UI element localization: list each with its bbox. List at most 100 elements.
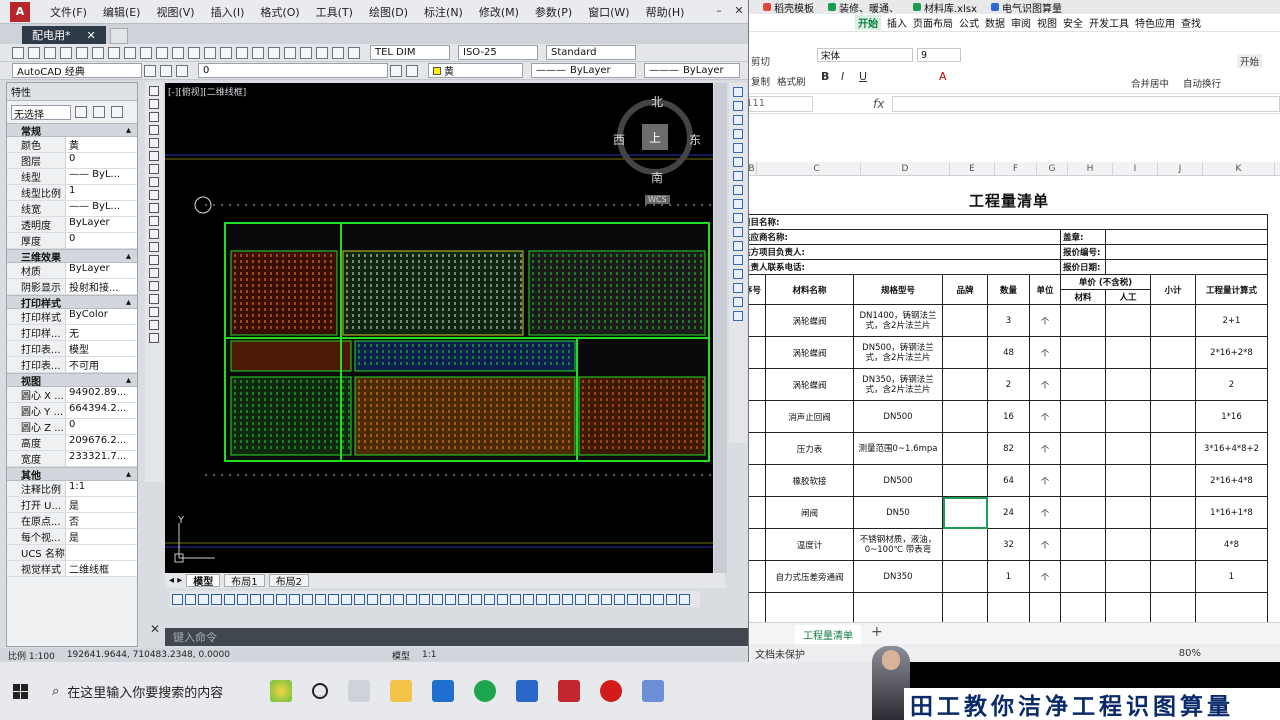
menu-insert[interactable]: 插入(I) bbox=[211, 4, 245, 20]
polyline-icon[interactable] bbox=[149, 112, 159, 122]
dim-tool-icon[interactable] bbox=[315, 593, 326, 605]
material-price-cell[interactable] bbox=[1060, 400, 1106, 433]
brand-cell[interactable] bbox=[942, 336, 988, 369]
qty-cell[interactable]: 82 bbox=[987, 432, 1030, 465]
menu-format[interactable]: 格式(O) bbox=[260, 4, 299, 20]
underline-icon[interactable]: U bbox=[859, 70, 867, 83]
property-value[interactable]: 209676.2... bbox=[65, 435, 137, 450]
stretch-icon[interactable] bbox=[733, 199, 743, 209]
dim-tool-icon[interactable] bbox=[471, 593, 482, 605]
calc-cell[interactable]: 2 bbox=[1195, 368, 1268, 401]
material-price-cell[interactable] bbox=[1060, 496, 1106, 529]
tab-developer[interactable]: 开发工具 bbox=[1089, 15, 1129, 30]
spec-cell[interactable]: DN350 bbox=[853, 560, 943, 593]
quote-no-value[interactable] bbox=[1105, 244, 1268, 260]
store-icon[interactable] bbox=[432, 680, 454, 702]
formula-input[interactable] bbox=[892, 95, 1280, 112]
markup-icon[interactable] bbox=[316, 46, 328, 59]
layer-previous-icon[interactable] bbox=[406, 64, 418, 77]
property-value[interactable]: ByLayer bbox=[65, 217, 137, 232]
subtotal-cell[interactable] bbox=[1150, 496, 1196, 529]
column-header[interactable]: I bbox=[1113, 162, 1158, 176]
add-selected-icon[interactable] bbox=[149, 333, 159, 343]
labor-price-cell[interactable] bbox=[1105, 560, 1151, 593]
labor-price-cell[interactable] bbox=[1105, 400, 1151, 433]
tab-view[interactable]: 视图 bbox=[1037, 15, 1057, 30]
property-group-header[interactable]: 视图 ▴ bbox=[7, 373, 137, 388]
header-unit[interactable]: 单位 bbox=[1029, 274, 1061, 305]
unit-cell[interactable]: 个 bbox=[1029, 304, 1061, 337]
scale-readout[interactable]: 比例 1:100 bbox=[8, 649, 55, 662]
autocad-icon[interactable] bbox=[558, 680, 580, 702]
bill-of-quantities[interactable]: 项目名称:供应商名称:盖章:供方项目负责人:报价编号:负责人联系电话:报价日期:… bbox=[749, 214, 1268, 622]
qty-cell[interactable]: 32 bbox=[987, 528, 1030, 561]
menu-draw[interactable]: 绘图(D) bbox=[369, 4, 408, 20]
insert-block-icon[interactable] bbox=[149, 229, 159, 239]
help-icon[interactable] bbox=[348, 46, 360, 59]
ellipse-arc-icon[interactable] bbox=[149, 216, 159, 226]
labor-price-cell[interactable] bbox=[1105, 464, 1151, 497]
start-button[interactable] bbox=[0, 671, 40, 711]
name-cell[interactable]: 橡胶软接 bbox=[765, 464, 854, 497]
brand-cell[interactable] bbox=[942, 432, 988, 465]
dim-tool-icon[interactable] bbox=[679, 593, 690, 605]
spec-cell[interactable]: DN1400，铸钢法兰式，含2片法兰片 bbox=[853, 304, 943, 337]
paste-icon[interactable] bbox=[124, 46, 136, 59]
command-line[interactable]: 键入命令 bbox=[165, 628, 749, 646]
close-icon[interactable]: ✕ bbox=[87, 29, 96, 42]
spec-cell[interactable]: DN500，铸钢法兰式，含2片法兰片 bbox=[853, 336, 943, 369]
file-tab-hvac[interactable]: 装修、暖通、 bbox=[828, 0, 899, 15]
sheet-set-icon[interactable] bbox=[300, 46, 312, 59]
font-size-select[interactable]: 9 bbox=[917, 48, 961, 62]
labor-price-cell[interactable] bbox=[1105, 496, 1151, 529]
task-view-icon[interactable] bbox=[348, 680, 370, 702]
dim-style-select[interactable]: ISO-25 bbox=[458, 45, 538, 60]
menu-view[interactable]: 视图(V) bbox=[156, 4, 194, 20]
header-price[interactable]: 单价 (不含税) bbox=[1060, 274, 1151, 290]
compass-south[interactable]: 南 bbox=[651, 169, 663, 186]
quote-date-label[interactable]: 报价日期: bbox=[1060, 259, 1106, 275]
dim-tool-icon[interactable] bbox=[510, 593, 521, 605]
subtotal-cell[interactable] bbox=[1150, 528, 1196, 561]
calc-cell[interactable]: 2*16+2*8 bbox=[1195, 336, 1268, 369]
unit-cell[interactable]: 个 bbox=[1029, 432, 1061, 465]
dim-tool-icon[interactable] bbox=[601, 593, 612, 605]
menu-help[interactable]: 帮助(H) bbox=[646, 4, 685, 20]
rectangle-icon[interactable] bbox=[149, 138, 159, 148]
property-row[interactable]: 每个视... 是 bbox=[7, 529, 137, 545]
join-icon[interactable] bbox=[733, 269, 743, 279]
word-icon[interactable] bbox=[516, 680, 538, 702]
material-price-cell[interactable] bbox=[1060, 432, 1106, 465]
property-row[interactable]: 宽度 233321.7... bbox=[7, 451, 137, 467]
viewcube-top[interactable]: 上 bbox=[649, 129, 661, 146]
property-row[interactable]: 线宽 —— ByL... bbox=[7, 201, 137, 217]
quote-date-value[interactable] bbox=[1105, 259, 1268, 275]
name-cell[interactable]: 消声止回阀 bbox=[765, 400, 854, 433]
spec-cell[interactable]: DN350，铸钢法兰式，含2片法兰片 bbox=[853, 368, 943, 401]
file-explorer-icon[interactable] bbox=[390, 680, 412, 702]
make-block-icon[interactable] bbox=[149, 242, 159, 252]
seq-cell[interactable] bbox=[749, 368, 766, 401]
fx-icon[interactable]: fx bbox=[873, 97, 884, 111]
header-material[interactable]: 材料 bbox=[1060, 289, 1106, 305]
copy-button[interactable]: 复制 bbox=[751, 74, 770, 88]
column-header[interactable]: C bbox=[773, 162, 861, 176]
property-row[interactable]: 打印样... 无 bbox=[7, 325, 137, 341]
property-row[interactable]: 透明度 ByLayer bbox=[7, 217, 137, 233]
dim-tool-icon[interactable] bbox=[627, 593, 638, 605]
labor-price-cell[interactable] bbox=[1105, 304, 1151, 337]
menu-window[interactable]: 窗口(W) bbox=[588, 4, 629, 20]
qty-cell[interactable]: 48 bbox=[987, 336, 1030, 369]
spec-cell[interactable]: 不锈钢材质，液油，0~100℃ 带表弯 bbox=[853, 528, 943, 561]
calc-cell[interactable]: 2*16+4*8 bbox=[1195, 464, 1268, 497]
qty-cell[interactable]: 2 bbox=[987, 368, 1030, 401]
empty-cell[interactable] bbox=[749, 592, 766, 622]
unit-cell[interactable]: 个 bbox=[1029, 528, 1061, 561]
fillet-icon[interactable] bbox=[733, 297, 743, 307]
seq-cell[interactable] bbox=[749, 400, 766, 433]
compass-north[interactable]: 北 bbox=[651, 93, 663, 110]
screen-capture-icon[interactable] bbox=[642, 680, 664, 702]
sun-icon[interactable] bbox=[176, 64, 188, 77]
dim-tool-icon[interactable] bbox=[354, 593, 365, 605]
table-style-select[interactable]: Standard bbox=[546, 45, 636, 60]
